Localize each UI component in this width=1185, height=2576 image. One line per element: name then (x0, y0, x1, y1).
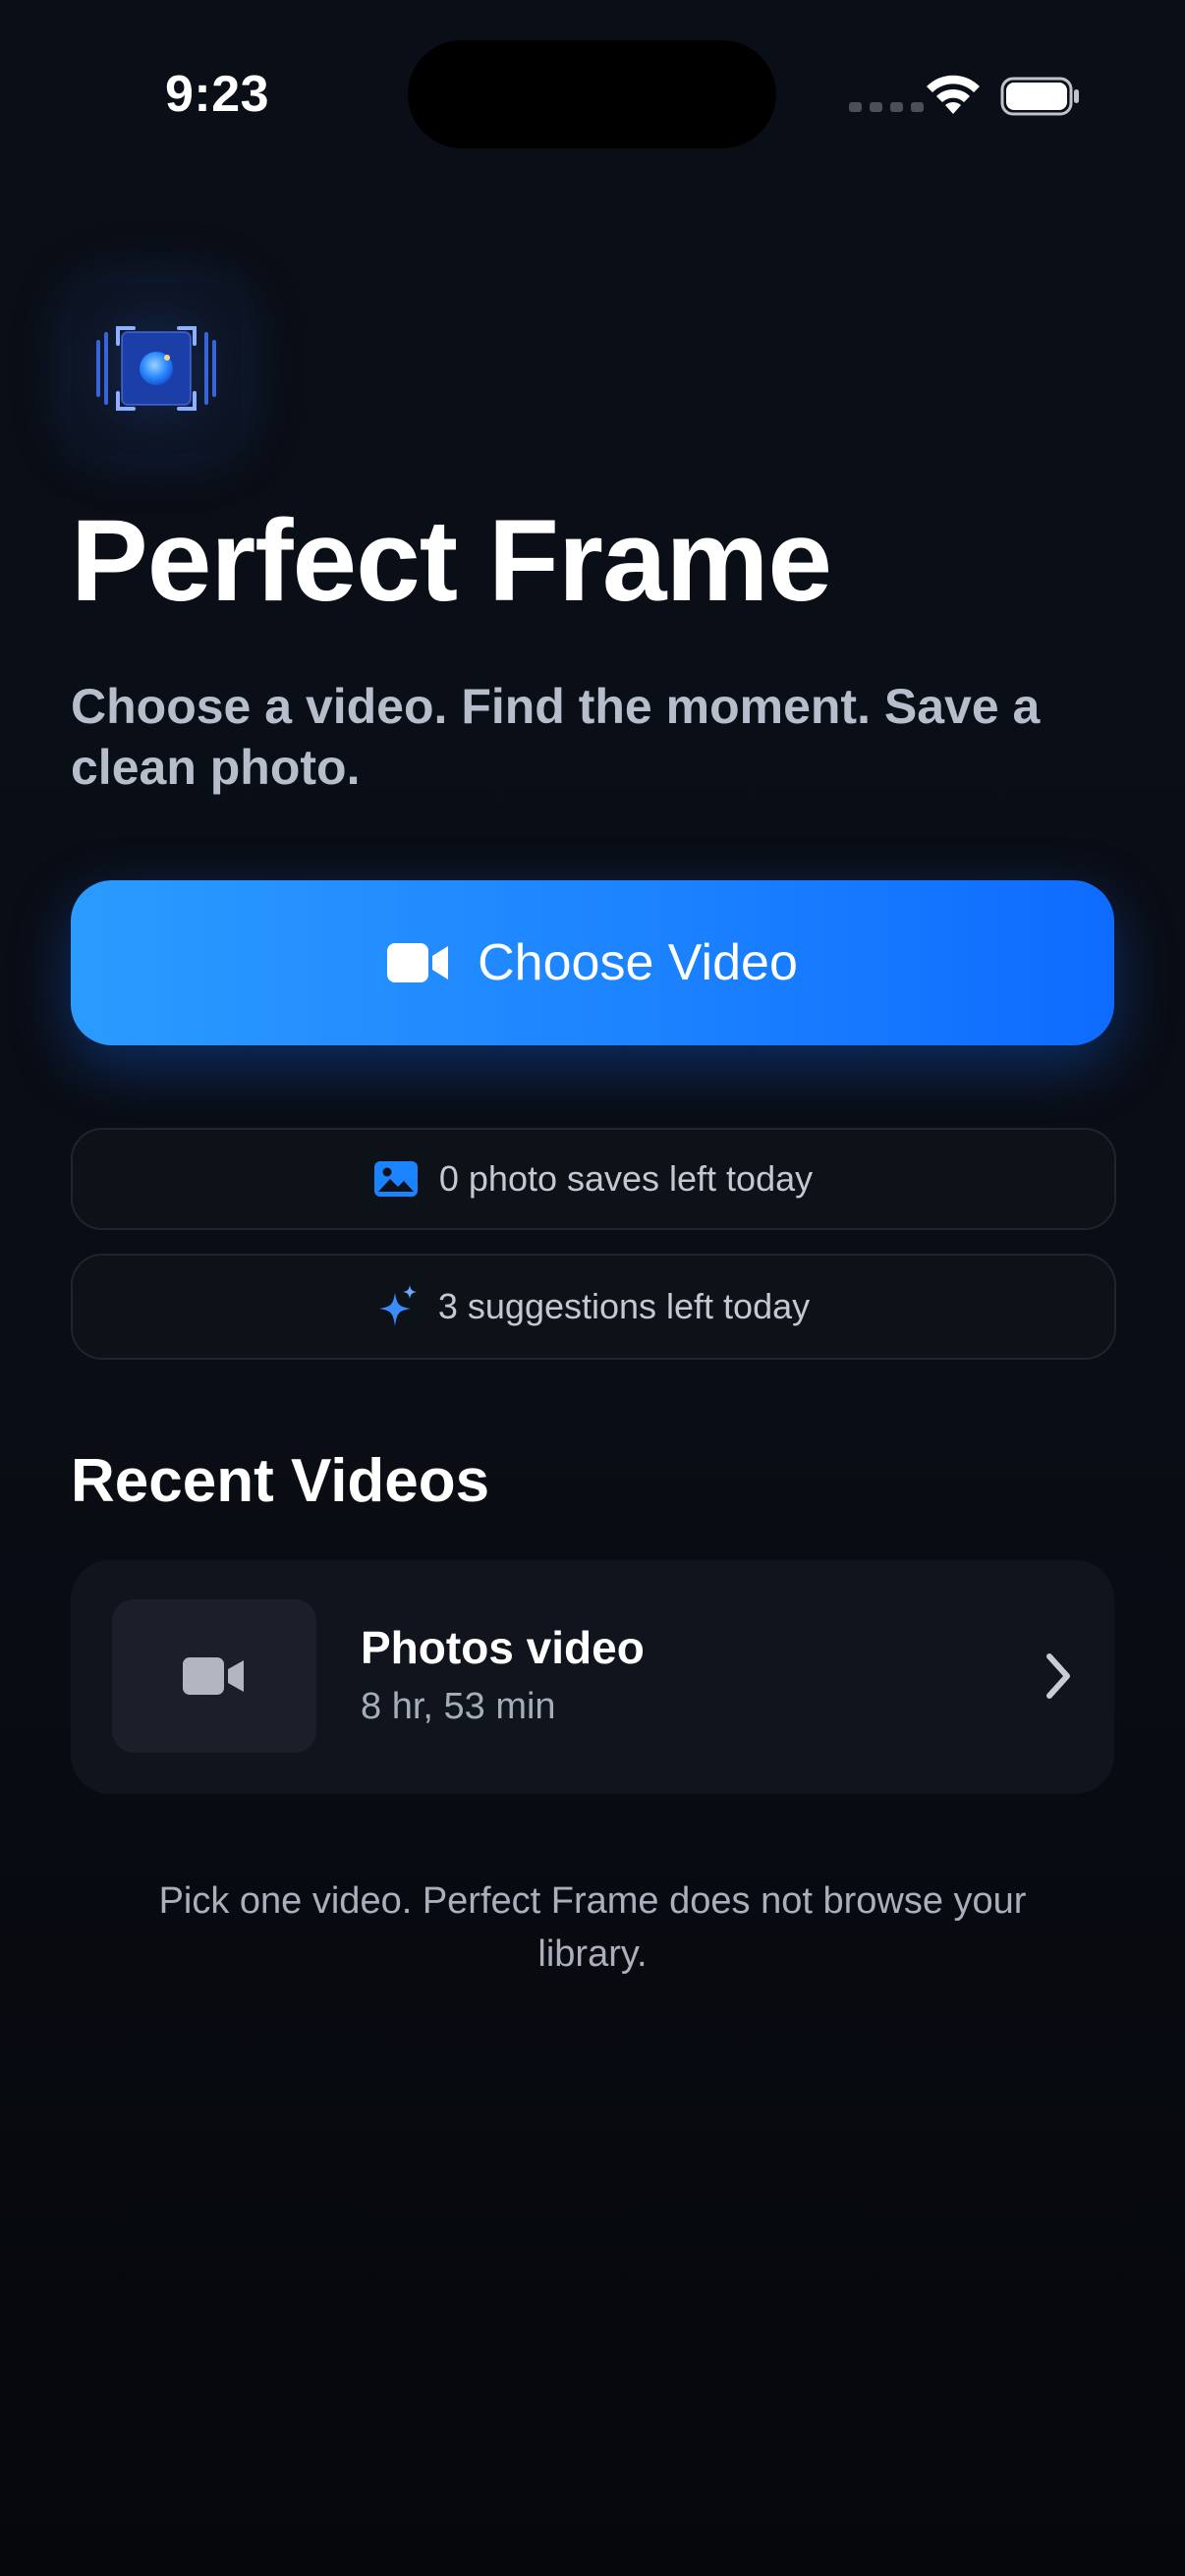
battery-icon (1000, 77, 1079, 116)
cellular-signal-icon (849, 102, 924, 112)
choose-video-button[interactable]: Choose Video (71, 880, 1114, 1045)
wifi-icon (927, 75, 980, 114)
dynamic-island (408, 40, 776, 148)
video-duration: 8 hr, 53 min (361, 1686, 556, 1727)
sparkles-icon (378, 1285, 417, 1326)
video-camera-icon (183, 1657, 244, 1695)
photo-icon (373, 1161, 418, 1197)
video-title: Photos video (361, 1622, 645, 1673)
choose-video-label: Choose Video (478, 934, 798, 991)
page-subtitle: Choose a video. Find the moment. Save a … (71, 679, 1041, 795)
app-logo-icon (71, 283, 242, 454)
chevron-right-icon (1046, 1653, 1070, 1699)
page-title: Perfect Frame (71, 496, 832, 626)
status-time: 9:23 (165, 66, 270, 123)
video-camera-icon (387, 943, 449, 982)
photo-saves-label: 0 photo saves left today (438, 1158, 814, 1199)
recent-videos-heading: Recent Videos (71, 1447, 490, 1515)
video-thumbnail (112, 1599, 316, 1753)
footer-note: Pick one video. Perfect Frame does not b… (158, 1880, 1027, 1975)
suggestions-quota: 3 suggestions left today (71, 1254, 1116, 1360)
photo-saves-quota: 0 photo saves left today (71, 1128, 1116, 1230)
suggestions-label: 3 suggestions left today (437, 1286, 811, 1326)
recent-video-item[interactable]: Photos video 8 hr, 53 min (71, 1560, 1114, 1794)
